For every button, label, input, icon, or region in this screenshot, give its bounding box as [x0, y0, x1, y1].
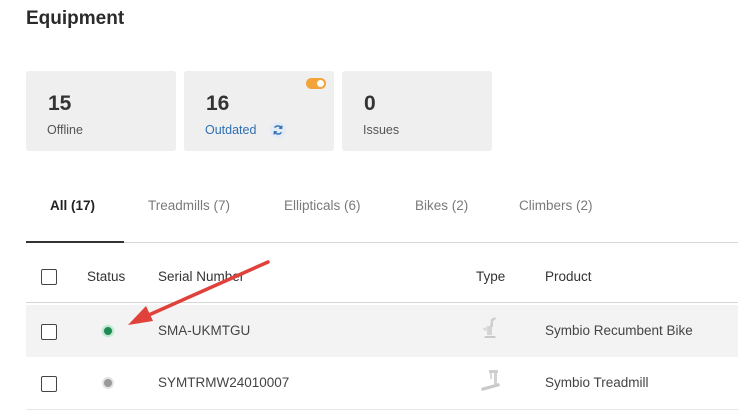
column-status[interactable]: Status	[87, 269, 125, 284]
equipment-tabs: All (17) Treadmills (7) Ellipticals (6) …	[26, 186, 738, 243]
tab-treadmills[interactable]: Treadmills (7)	[148, 198, 230, 213]
table-row[interactable]: SMA-UKMTGU Symbio Recumbent Bike	[26, 305, 738, 357]
row-checkbox[interactable]	[41, 376, 57, 392]
recumbent-bike-icon	[483, 317, 496, 338]
issues-card[interactable]: 0 Issues	[342, 71, 492, 151]
row-checkbox[interactable]	[41, 324, 57, 340]
outdated-count: 16	[206, 92, 230, 115]
offline-count: 15	[48, 92, 72, 115]
tab-ellipticals[interactable]: Ellipticals (6)	[284, 198, 361, 213]
outdated-label[interactable]: Outdated	[205, 123, 256, 137]
outdated-card[interactable]: 16 Outdated	[184, 71, 334, 151]
status-online-icon	[102, 325, 114, 337]
tab-all[interactable]: All (17)	[50, 198, 95, 213]
serial-number: SMA-UKMTGU	[158, 323, 251, 338]
product-name: Symbio Treadmill	[545, 375, 649, 390]
page-title: Equipment	[26, 8, 125, 29]
select-all-checkbox[interactable]	[41, 269, 57, 285]
serial-number: SYMTRMW24010007	[158, 375, 290, 390]
product-name: Symbio Recumbent Bike	[545, 323, 693, 338]
sync-icon-glyph	[273, 125, 283, 135]
offline-label: Offline	[47, 123, 83, 137]
sync-icon[interactable]	[270, 122, 286, 138]
tab-bikes[interactable]: Bikes (2)	[415, 198, 468, 213]
treadmill-icon	[481, 370, 500, 391]
status-offline-icon	[102, 377, 114, 389]
column-product[interactable]: Product	[545, 269, 592, 284]
issues-label: Issues	[363, 123, 400, 137]
offline-card[interactable]: 15 Offline	[26, 71, 176, 151]
tab-climbers[interactable]: Climbers (2)	[519, 198, 593, 213]
table-row[interactable]: SYMTRMW24010007 Symbio Treadmill	[26, 357, 738, 410]
toggle-icon[interactable]	[306, 78, 326, 89]
column-type[interactable]: Type	[476, 269, 505, 284]
table-header: Status Serial Number Type Product	[26, 250, 738, 303]
column-serial-number[interactable]: Serial Number	[158, 269, 244, 284]
issues-count: 0	[364, 92, 376, 115]
active-tab-indicator	[26, 241, 124, 243]
